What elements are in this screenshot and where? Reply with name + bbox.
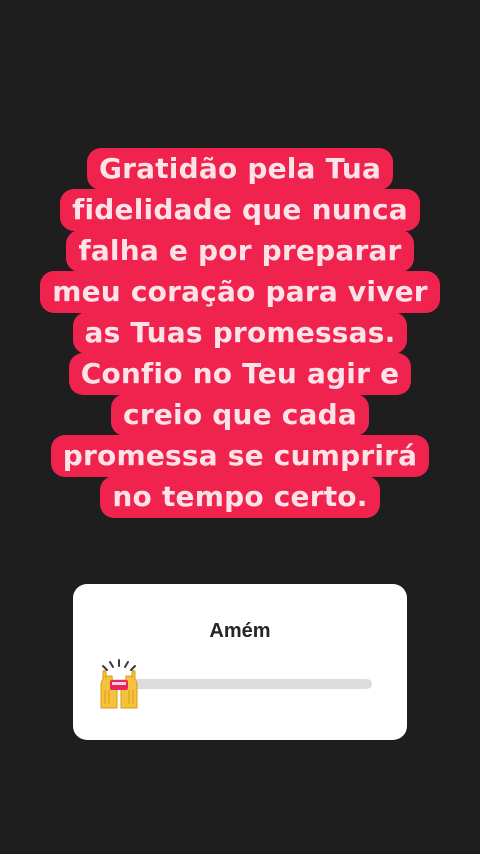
caption-line: Confio no Teu agir e (68, 353, 412, 395)
caption-line: fidelidade que nunca (60, 189, 420, 231)
slider-question: Amém (209, 620, 271, 642)
raising-hands-icon[interactable] (93, 658, 145, 710)
caption-line: falha e por preparar (66, 230, 414, 272)
story-caption: Gratidão pela Tua fidelidade que nunca f… (0, 148, 480, 518)
caption-line: as Tuas promessas. (72, 312, 408, 354)
caption-line: no tempo certo. (100, 476, 380, 518)
caption-line: creio que cada (111, 394, 369, 436)
story-screen: Gratidão pela Tua fidelidade que nunca f… (0, 0, 480, 854)
caption-line: Gratidão pela Tua (86, 148, 394, 190)
slider-track[interactable] (109, 679, 372, 689)
caption-line: meu coração para viver (40, 271, 440, 313)
emoji-slider-sticker[interactable]: Amém (73, 584, 407, 740)
caption-line: promessa se cumprirá (50, 435, 430, 477)
